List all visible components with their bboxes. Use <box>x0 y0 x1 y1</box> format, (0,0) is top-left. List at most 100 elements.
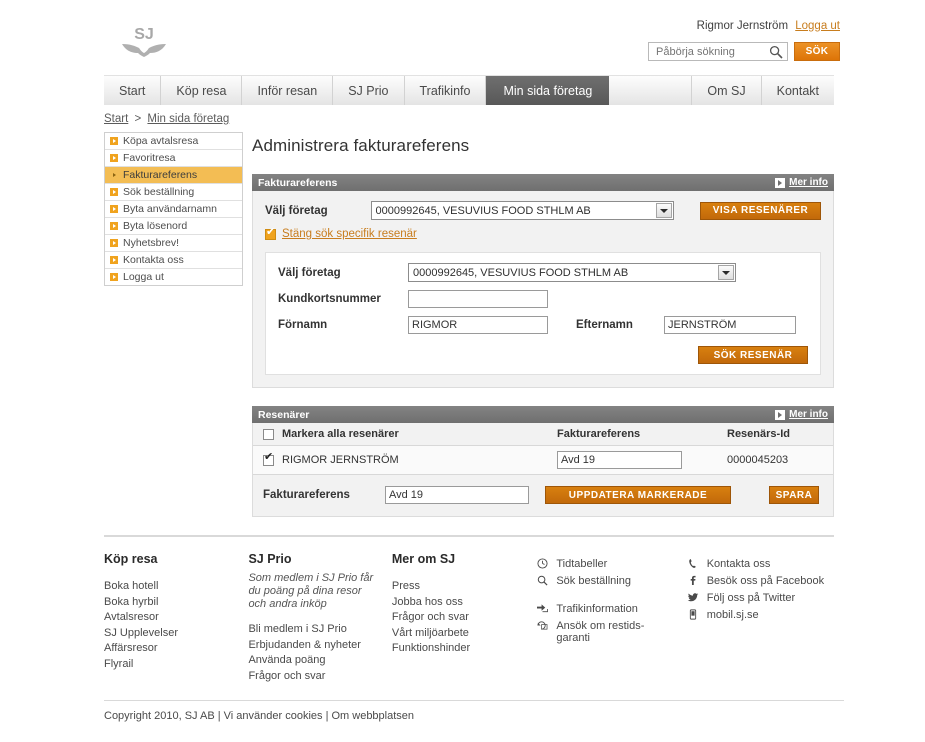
sidebar-item-logga-ut[interactable]: Logga ut <box>105 268 242 285</box>
footer-social-label: mobil.sj.se <box>706 609 759 621</box>
search-box[interactable] <box>648 42 788 61</box>
footer-link[interactable]: Erbjudanden & nyheter <box>248 639 391 651</box>
nav-item-start[interactable]: Start <box>104 76 162 105</box>
search-company-select[interactable]: 0000992645, VESUVIUS FOOD STHLM AB <box>408 263 736 282</box>
footer-link[interactable]: Bli medlem i SJ Prio <box>248 623 391 635</box>
row-checkbox[interactable] <box>263 452 274 466</box>
main-navigation: Start Köp resa Inför resan SJ Prio Trafi… <box>104 75 834 105</box>
chevron-right-icon <box>110 188 118 196</box>
facebook-icon <box>686 575 700 586</box>
nav-item-trafikinfo[interactable]: Trafikinfo <box>405 76 487 105</box>
sidebar-item-kontakta-oss[interactable]: Kontakta oss <box>105 251 242 268</box>
toggle-specific-traveller-link[interactable]: Stäng sök specifik resenär <box>282 228 417 240</box>
sidebar-item-label: Sök beställning <box>123 186 195 198</box>
footer-social-twitter[interactable]: Följ oss på Twitter <box>686 592 844 604</box>
firstname-label: Förnamn <box>278 319 328 331</box>
footer-service-label: Ansök om restids- garanti <box>556 620 645 644</box>
customer-card-input[interactable] <box>408 290 548 308</box>
search-traveller-button[interactable]: SÖK RESENÄR <box>698 346 808 364</box>
chevron-right-icon <box>110 273 118 281</box>
company-select[interactable]: 0000992645, VESUVIUS FOOD STHLM AB <box>370 201 675 220</box>
panel-header: Fakturareferens Mer info <box>252 174 834 191</box>
nav-right-group: Om SJ Kontakt <box>691 76 834 105</box>
footer-link[interactable]: Vårt miljöarbete <box>392 627 535 639</box>
search-company-label: Välj företag <box>278 266 341 279</box>
footer-link[interactable]: Frågor och svar <box>248 670 391 682</box>
breadcrumb-item-min-sida-foretag[interactable]: Min sida företag <box>147 113 229 125</box>
row-invoice-ref-input[interactable] <box>557 451 682 469</box>
footer-service-tidtabeller[interactable]: Tidtabeller <box>535 558 685 570</box>
footer-link[interactable]: SJ Upplevelser <box>104 627 248 639</box>
footer-link[interactable]: Boka hotell <box>104 580 248 592</box>
cell-traveller-id: 0000045203 <box>723 445 833 475</box>
sidebar-navigation: Köpa avtalsresa Favoritresa Fakturarefer… <box>104 132 243 286</box>
nav-item-sj-prio[interactable]: SJ Prio <box>333 76 405 105</box>
footer-service-restidsgaranti[interactable]: Ansök om restids- garanti <box>535 620 685 644</box>
footer-social-kontakta-oss[interactable]: Kontakta oss <box>686 558 844 570</box>
bulk-invoice-ref-input[interactable] <box>385 486 529 504</box>
sidebar-item-nyhetsbrev[interactable]: Nyhetsbrev! <box>105 234 242 251</box>
page-title: Administrera fakturareferens <box>252 136 470 155</box>
select-all-checkbox[interactable] <box>263 428 274 440</box>
sidebar-item-label: Favoritresa <box>123 152 176 164</box>
footer-link[interactable]: Flyrail <box>104 658 248 670</box>
sidebar-item-byta-anvandarnamn[interactable]: Byta användarnamn <box>105 200 242 217</box>
twitter-icon <box>686 592 700 603</box>
footer-service-label: Tidtabeller <box>556 558 608 570</box>
footer-service-sok-bestallning[interactable]: Sök beställning <box>535 575 685 587</box>
sidebar-item-fakturareferens[interactable]: Fakturareferens <box>105 166 242 183</box>
toggle-specific-traveller-search[interactable]: Stäng sök specifik resenär <box>265 227 821 240</box>
lastname-input[interactable] <box>664 316 796 334</box>
sidebar-item-sok-bestallning[interactable]: Sök beställning <box>105 183 242 200</box>
logout-link[interactable]: Logga ut <box>795 20 840 32</box>
footer-column-mer-om-sj: Mer om SJ Press Jobba hos oss Frågor och… <box>392 552 535 685</box>
phone-icon <box>686 558 700 569</box>
more-info-link[interactable]: Mer info <box>789 177 828 188</box>
sidebar-item-label: Kontakta oss <box>123 254 184 266</box>
footer-social-mobil[interactable]: mobil.sj.se <box>686 609 844 621</box>
travellers-table: Markera alla resenärer Fakturareferens R… <box>253 423 833 475</box>
traffic-info-icon <box>535 603 549 614</box>
more-info-group[interactable]: Mer info <box>775 177 828 188</box>
footer-link[interactable]: Funktionshinder <box>392 642 535 654</box>
search-submit-button[interactable]: SÖK <box>794 42 840 61</box>
footer-link[interactable]: Frågor och svar <box>392 611 535 623</box>
footer-link[interactable]: Jobba hos oss <box>392 596 535 608</box>
page-root: SJ Rigmor Jernström Logga ut SÖK <box>0 0 925 742</box>
clock-icon <box>535 558 549 569</box>
customer-card-label: Kundkortsnummer <box>278 293 381 305</box>
sidebar-item-byta-losenord[interactable]: Byta lösenord <box>105 217 242 234</box>
footer-link[interactable]: Använda poäng <box>248 654 391 666</box>
bulk-invoice-ref-label: Fakturareferens <box>263 489 350 501</box>
lastname-label: Efternamn <box>576 319 633 331</box>
show-travellers-button[interactable]: VISA RESENÄRER <box>700 201 821 220</box>
update-marked-button[interactable]: UPPDATERA MARKERADE <box>545 486 731 504</box>
nav-item-min-sida-foretag[interactable]: Min sida företag <box>486 76 610 105</box>
footer-social-label: Följ oss på Twitter <box>706 592 796 604</box>
save-button[interactable]: SPARA <box>769 486 819 504</box>
footer-link[interactable]: Avtalsresor <box>104 611 248 623</box>
sidebar-item-kopa-avtalsresa[interactable]: Köpa avtalsresa <box>105 132 242 149</box>
nav-item-kop-resa[interactable]: Köp resa <box>161 76 243 105</box>
firstname-input[interactable] <box>408 316 548 334</box>
footer-link[interactable]: Press <box>392 580 535 592</box>
more-info-group[interactable]: Mer info <box>775 409 828 420</box>
sidebar-item-favoritresa[interactable]: Favoritresa <box>105 149 242 166</box>
footer-column-sj-prio: SJ Prio Som medlem i SJ Prio får du poän… <box>248 552 391 685</box>
more-info-link[interactable]: Mer info <box>789 409 828 420</box>
sidebar-item-label: Köpa avtalsresa <box>123 135 199 147</box>
checkbox-checked-icon[interactable] <box>265 227 276 240</box>
footer-social-facebook[interactable]: Besök oss på Facebook <box>686 575 844 587</box>
search-input[interactable] <box>654 44 769 59</box>
footer-link[interactable]: Affärsresor <box>104 642 248 654</box>
footer-column-social: Kontakta oss Besök oss på Facebook Följ … <box>686 552 844 685</box>
nav-item-om-sj[interactable]: Om SJ <box>691 76 760 105</box>
footer-link[interactable]: Boka hyrbil <box>104 596 248 608</box>
nav-item-infor-resan[interactable]: Inför resan <box>242 76 334 105</box>
chevron-down-icon <box>718 265 734 280</box>
footer-service-trafikinformation[interactable]: Trafikinformation <box>535 603 685 615</box>
nav-item-kontakt[interactable]: Kontakt <box>760 76 834 105</box>
sj-logo[interactable]: SJ <box>118 22 170 64</box>
chevron-right-icon <box>110 137 118 145</box>
breadcrumb-item-start[interactable]: Start <box>104 113 128 125</box>
